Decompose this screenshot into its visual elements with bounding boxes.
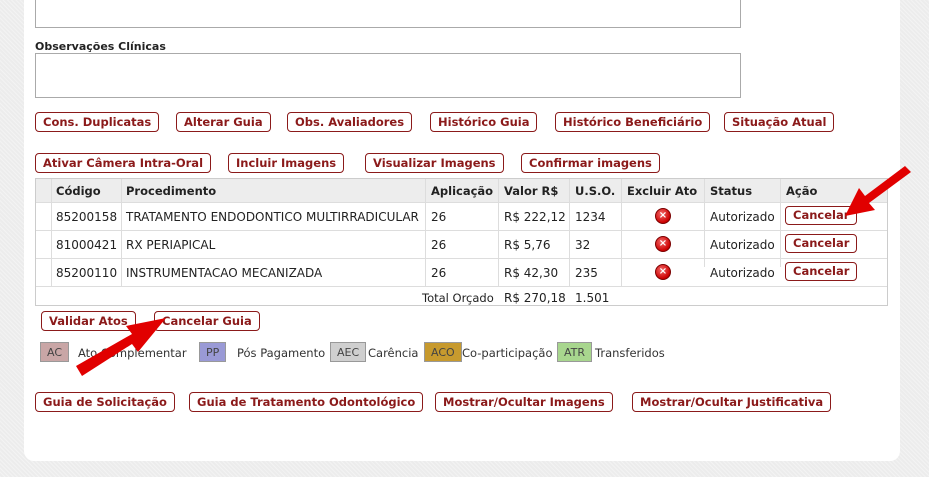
upper-textarea[interactable]	[35, 0, 741, 28]
cell-aplicacao: 26	[431, 266, 447, 280]
legend-swatch-pp: PP	[199, 342, 227, 362]
guia-tratamento-button[interactable]: Guia de Tratamento Odontológico	[189, 392, 424, 412]
total-valor: R$ 270,18	[504, 291, 566, 305]
cell-procedimento: INSTRUMENTACAO MECANIZADA	[126, 266, 323, 280]
row-divider	[36, 202, 887, 203]
header-excluir-ato: Excluir Ato	[627, 184, 698, 198]
legend-label-aco: Co-participação	[462, 346, 553, 360]
legend-swatch-aco: ACO	[424, 342, 462, 362]
header-uso: U.S.O.	[575, 184, 616, 198]
column-divider	[121, 179, 122, 287]
ativar-camera-button[interactable]: Ativar Câmera Intra-Oral	[35, 153, 212, 173]
cell-valor: R$ 222,12	[504, 210, 566, 224]
cell-aplicacao: 26	[431, 210, 447, 224]
legend-label-aec: Carência	[368, 346, 419, 360]
cell-procedimento: TRATAMENTO ENDODONTICO MULTIRRADICULAR	[126, 210, 419, 224]
header-acao: Ação	[786, 184, 818, 198]
cell-codigo: 85200110	[56, 266, 118, 280]
legend-label-atr: Transferidos	[595, 346, 665, 360]
situacao-atual-button[interactable]: Situação Atual	[724, 112, 835, 132]
legend-label-pp: Pós Pagamento	[237, 346, 326, 360]
obs-avaliadores-button[interactable]: Obs. Avaliadores	[287, 112, 413, 132]
mostrar-ocultar-justificativa-button[interactable]: Mostrar/Ocultar Justificativa	[632, 392, 832, 412]
cell-status: Autorizado	[710, 210, 775, 224]
cell-aplicacao: 26	[431, 238, 447, 252]
cell-valor: R$ 5,76	[504, 238, 551, 252]
confirmar-imagens-button[interactable]: Confirmar imagens	[521, 153, 660, 173]
mostrar-ocultar-imagens-button[interactable]: Mostrar/Ocultar Imagens	[435, 392, 613, 412]
clinical-notes-label: Observações Clínicas	[35, 40, 166, 53]
incluir-imagens-button[interactable]: Incluir Imagens	[228, 153, 345, 173]
visualizar-imagens-button[interactable]: Visualizar Imagens	[365, 153, 504, 173]
historico-beneficiario-button[interactable]: Histórico Beneficiário	[555, 112, 711, 132]
red-arrow-icon	[845, 166, 911, 216]
column-divider	[425, 179, 426, 287]
cell-codigo: 81000421	[56, 238, 118, 252]
cell-valor: R$ 42,30	[504, 266, 559, 280]
header-aplicacao: Aplicação	[431, 184, 494, 198]
historico-guia-button[interactable]: Histórico Guia	[430, 112, 538, 132]
cancelar-ato-button[interactable]: Cancelar	[785, 234, 858, 253]
alterar-guia-button[interactable]: Alterar Guia	[176, 112, 271, 132]
row-divider	[36, 286, 887, 287]
cancelar-ato-button[interactable]: Cancelar	[785, 262, 858, 281]
cell-status: Autorizado	[710, 266, 775, 280]
header-codigo: Código	[56, 184, 101, 198]
guia-solicitacao-button[interactable]: Guia de Solicitação	[35, 392, 175, 412]
cell-status: Autorizado	[710, 238, 775, 252]
procedures-table: Código Procedimento Aplicação Valor R$ U…	[35, 178, 888, 306]
header-valor: Valor R$	[504, 184, 559, 198]
row-divider	[36, 230, 887, 231]
column-divider	[498, 179, 499, 287]
total-label: Total Orçado	[422, 291, 494, 305]
column-divider	[621, 179, 622, 287]
cell-codigo: 85200158	[56, 210, 118, 224]
cons-duplicatas-button[interactable]: Cons. Duplicatas	[35, 112, 160, 132]
red-arrow-icon	[76, 318, 166, 376]
header-procedimento: Procedimento	[126, 184, 217, 198]
cell-uso: 1234	[575, 210, 606, 224]
row-divider	[36, 258, 887, 259]
clinical-notes-textarea[interactable]	[35, 53, 741, 98]
x-circle-icon[interactable]: ×	[655, 208, 671, 224]
table-header: Código Procedimento Aplicação Valor R$ U…	[36, 179, 887, 202]
total-uso: 1.501	[575, 291, 610, 305]
column-divider	[569, 179, 570, 287]
column-divider	[704, 179, 705, 267]
column-divider	[51, 179, 52, 287]
x-circle-icon[interactable]: ×	[655, 264, 671, 280]
header-status: Status	[710, 184, 753, 198]
cell-procedimento: RX PERIAPICAL	[126, 238, 216, 252]
column-divider	[780, 179, 781, 267]
legend-swatch-aec: AEC	[330, 342, 367, 362]
cell-uso: 235	[575, 266, 598, 280]
x-circle-icon[interactable]: ×	[655, 236, 671, 252]
legend-swatch-ac: AC	[40, 342, 70, 362]
cell-uso: 32	[575, 238, 591, 252]
legend-swatch-atr: ATR	[557, 342, 593, 362]
